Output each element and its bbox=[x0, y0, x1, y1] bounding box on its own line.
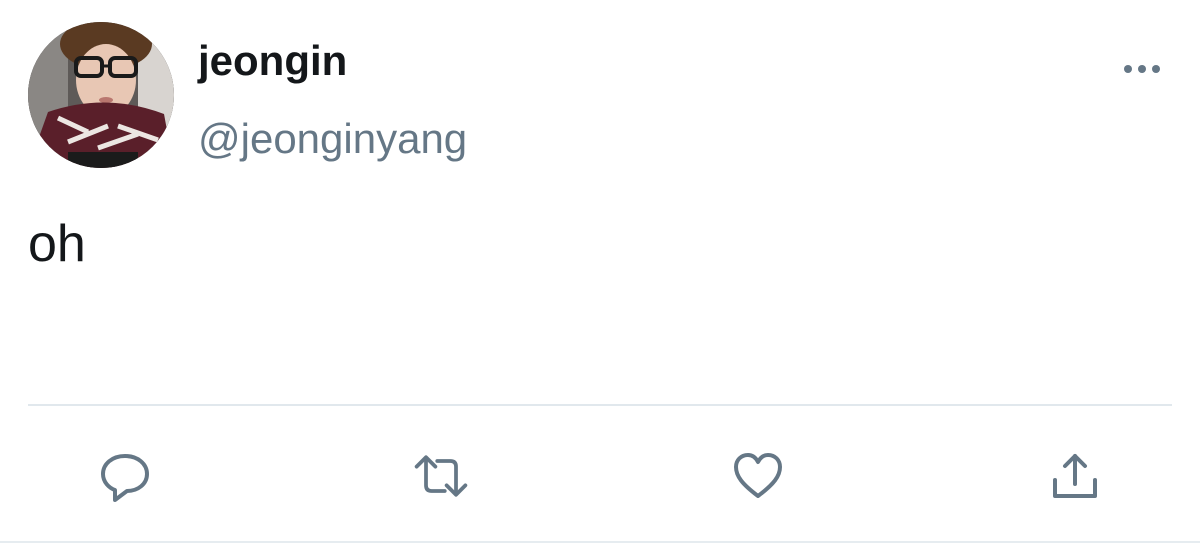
heart-icon bbox=[734, 453, 782, 498]
tweet-text: oh bbox=[28, 215, 86, 273]
share-button[interactable] bbox=[1045, 446, 1105, 506]
share-upload-icon bbox=[1053, 454, 1097, 498]
retweet-button[interactable] bbox=[411, 446, 471, 506]
like-button[interactable] bbox=[728, 446, 788, 506]
speech-bubble-icon bbox=[101, 454, 149, 502]
retweet-arrows-icon bbox=[414, 455, 468, 497]
avatar[interactable] bbox=[28, 22, 174, 168]
divider bbox=[28, 404, 1172, 406]
tweet-card: jeongin @jeonginyang oh bbox=[0, 0, 1200, 558]
more-dots-icon bbox=[1124, 65, 1160, 73]
username-handle[interactable]: @jeonginyang bbox=[198, 114, 467, 164]
reply-button[interactable] bbox=[95, 446, 155, 506]
bottom-divider bbox=[0, 541, 1200, 543]
display-name[interactable]: jeongin bbox=[198, 36, 347, 86]
more-options-button[interactable] bbox=[1118, 54, 1166, 84]
profile-photo-icon bbox=[28, 22, 174, 168]
